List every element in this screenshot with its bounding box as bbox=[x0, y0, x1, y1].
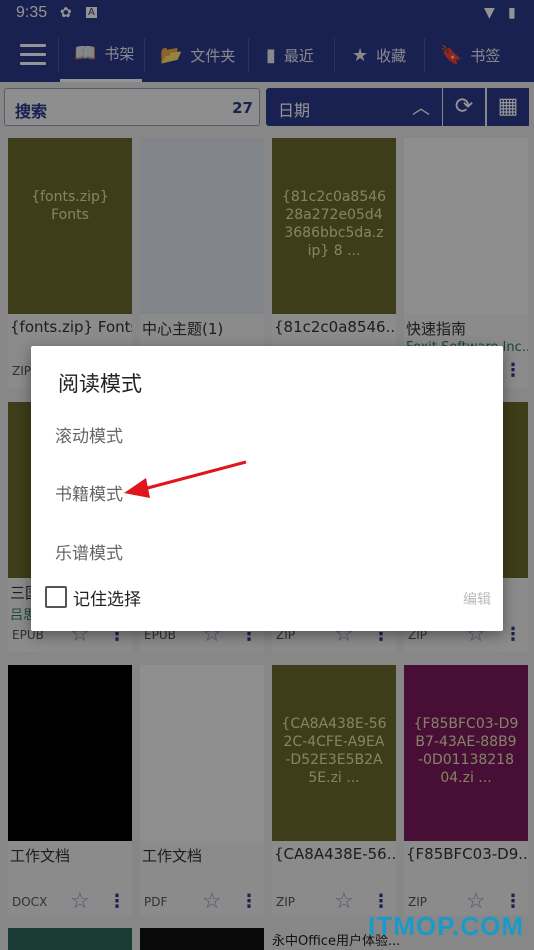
arrow-head bbox=[124, 478, 150, 498]
annotation-arrow bbox=[124, 460, 247, 498]
arrow-shaft bbox=[139, 460, 247, 492]
watermark-logo: ITMOP.COM bbox=[368, 911, 524, 941]
